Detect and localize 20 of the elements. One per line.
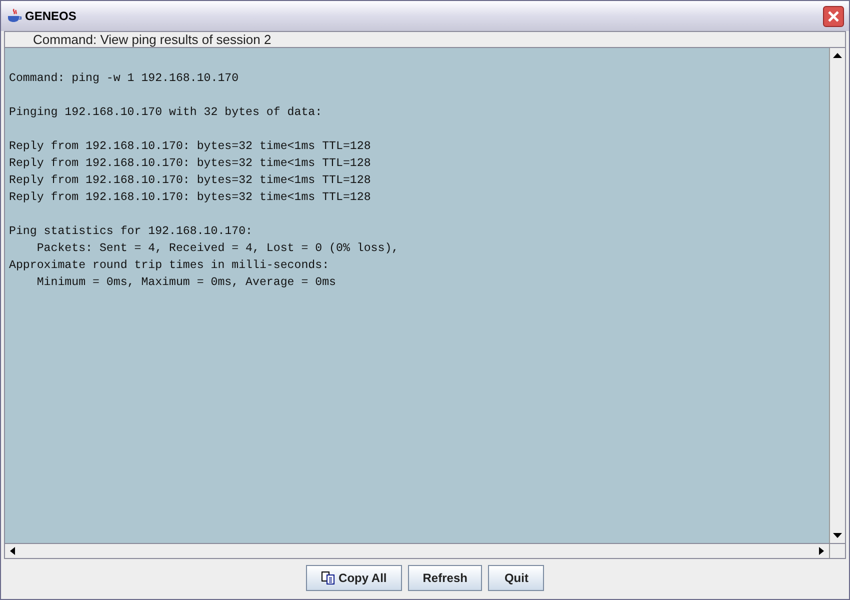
- output-line: Minimum = 0ms, Maximum = 0ms, Average = 0ms: [36, 275, 336, 291]
- output-line: Command: ping -w 1 192.168.10.170: [9, 71, 239, 87]
- output-line: Reply from 192.168.10.170: bytes=32 time<1ms TTL=128: [9, 139, 371, 155]
- output-line: Packets: Sent = 4, Received = 4, Lost = 0 (0% loss),: [36, 241, 399, 257]
- copy-all-button[interactable]: Copy All: [306, 565, 402, 591]
- dialog-button[interactable]: Quit: [488, 565, 544, 591]
- output-line: Pinging 192.168.10.170 with 32 bytes of data:: [9, 105, 322, 121]
- output-line: Reply from 192.168.10.170: bytes=32 time<1ms TTL=128: [9, 173, 371, 189]
- close-button[interactable]: [823, 6, 844, 26]
- close-icon: [827, 10, 840, 22]
- dialog-button[interactable]: Refresh: [408, 565, 482, 591]
- header-label: Command: View ping results of session 2: [33, 33, 272, 46]
- window-title: GENEOS: [25, 8, 78, 25]
- output-line: Reply from 192.168.10.170: bytes=32 time<1ms TTL=128: [9, 156, 371, 172]
- output-line: Reply from 192.168.10.170: bytes=32 time<1ms TTL=128: [9, 190, 371, 206]
- vertical-scrollbar[interactable]: [829, 48, 845, 543]
- coffee-cup-icon: [6, 8, 22, 24]
- output-line: Ping statistics for 192.168.10.170:: [9, 224, 253, 240]
- copy-icon: [320, 571, 336, 585]
- output-line: Approximate round trip times in milli-seconds:: [9, 258, 330, 274]
